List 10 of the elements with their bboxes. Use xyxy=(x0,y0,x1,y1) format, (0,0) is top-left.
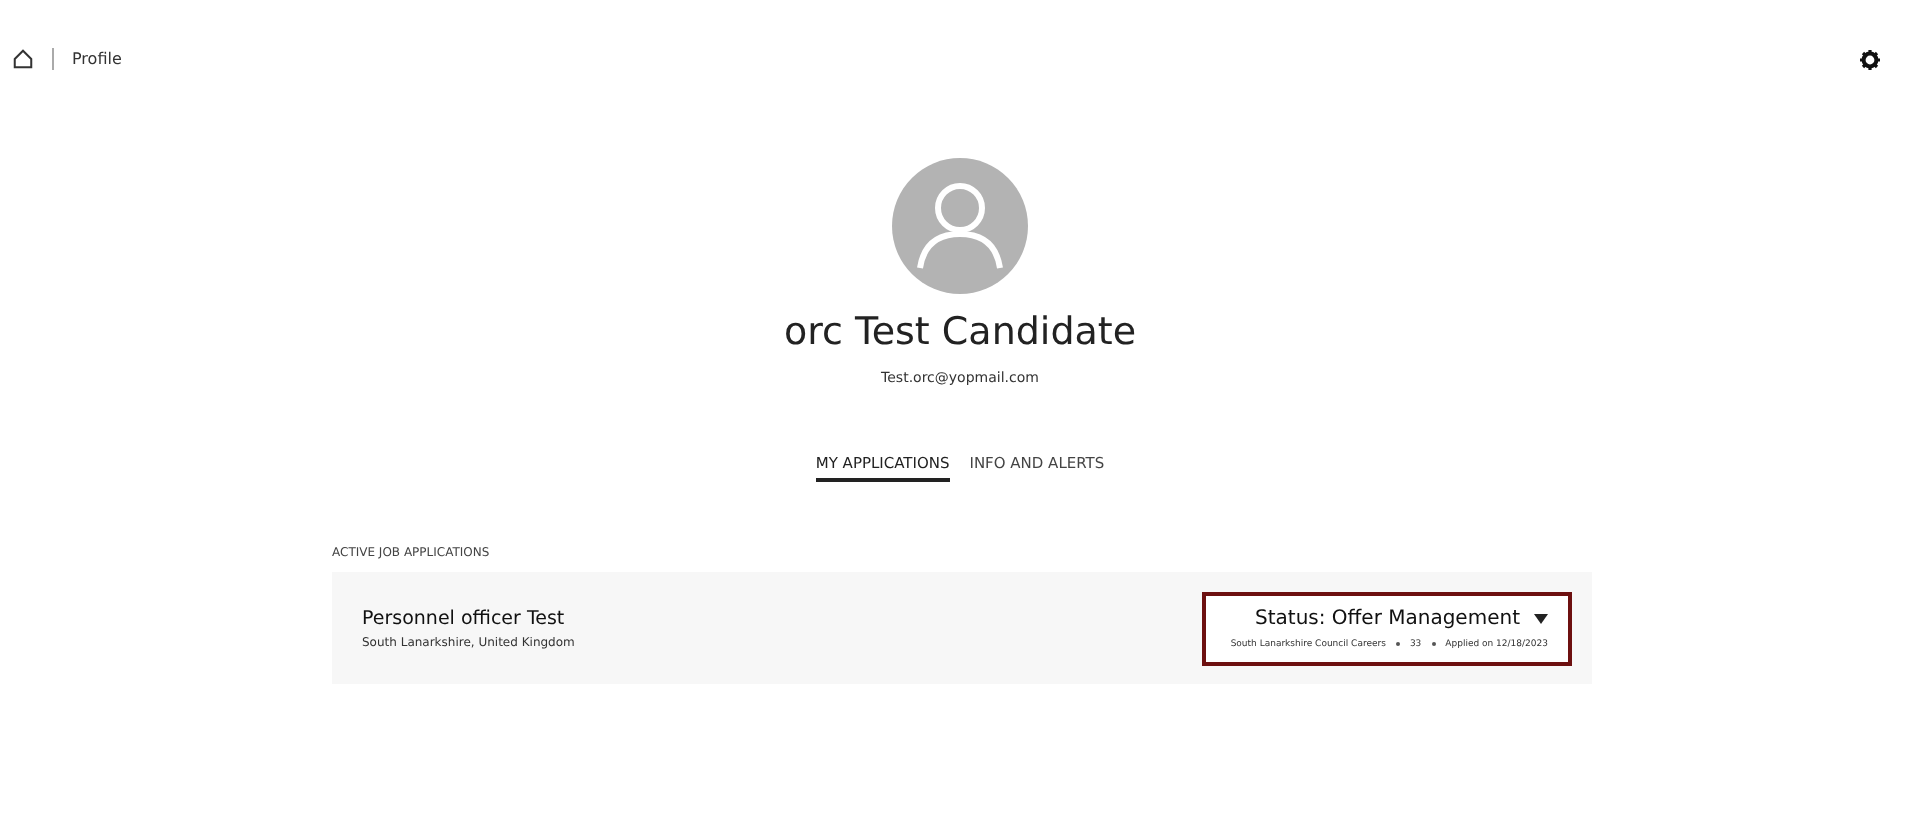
settings-icon[interactable] xyxy=(1860,49,1880,69)
breadcrumb-current: Profile xyxy=(72,50,122,68)
caret-icon[interactable] xyxy=(1534,613,1548,623)
home-icon[interactable] xyxy=(12,48,34,70)
job-title: Personnel officer Test xyxy=(362,607,567,629)
avatar-icon xyxy=(892,158,1028,294)
status-text: Status: Offer Management xyxy=(1255,607,1520,629)
candidate-name: orc Test Candidate xyxy=(783,310,1137,354)
dot-separator-icon xyxy=(1431,642,1436,646)
dot-separator-icon xyxy=(1395,642,1400,646)
